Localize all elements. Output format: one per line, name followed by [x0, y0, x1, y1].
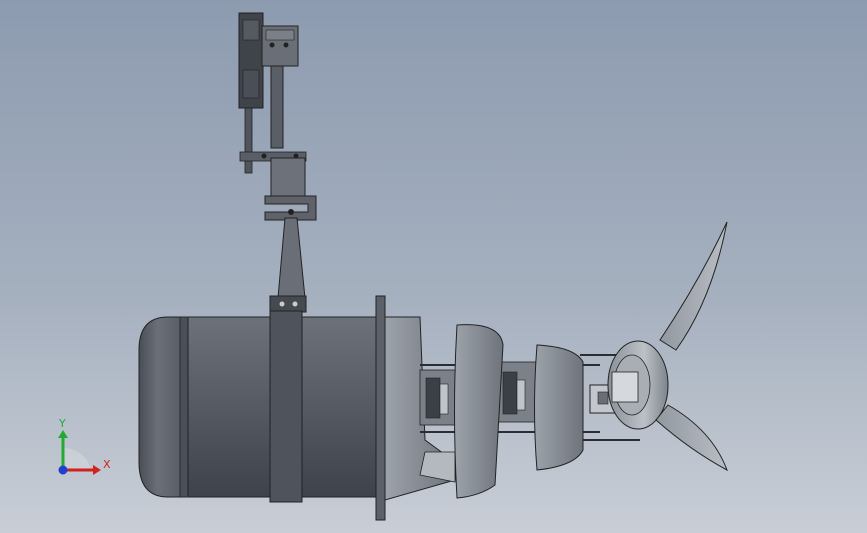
support-strut	[277, 217, 306, 299]
shroud-ring-1	[454, 324, 504, 499]
front-flange	[375, 295, 386, 521]
c-bracket	[264, 195, 317, 221]
mounting-band	[269, 310, 303, 503]
x-axis-label: X	[103, 458, 111, 471]
coordinate-triad: Y X	[58, 417, 111, 475]
propeller-blade	[655, 221, 728, 472]
y-axis-label: Y	[58, 417, 66, 430]
cad-viewport[interactable]: Y X	[0, 0, 867, 533]
guide-assembly	[238, 12, 317, 313]
shroud-ring-2	[534, 344, 584, 471]
guide-rod	[270, 65, 284, 149]
rear-end-cap	[138, 316, 187, 498]
mixer-model-drawing[interactable]: Y X	[0, 0, 867, 533]
strut-base-plate	[269, 295, 307, 313]
side-rod	[244, 107, 253, 174]
z-axis-origin	[58, 465, 68, 475]
guide-sleeve	[270, 157, 306, 197]
motor-housing	[138, 295, 456, 521]
